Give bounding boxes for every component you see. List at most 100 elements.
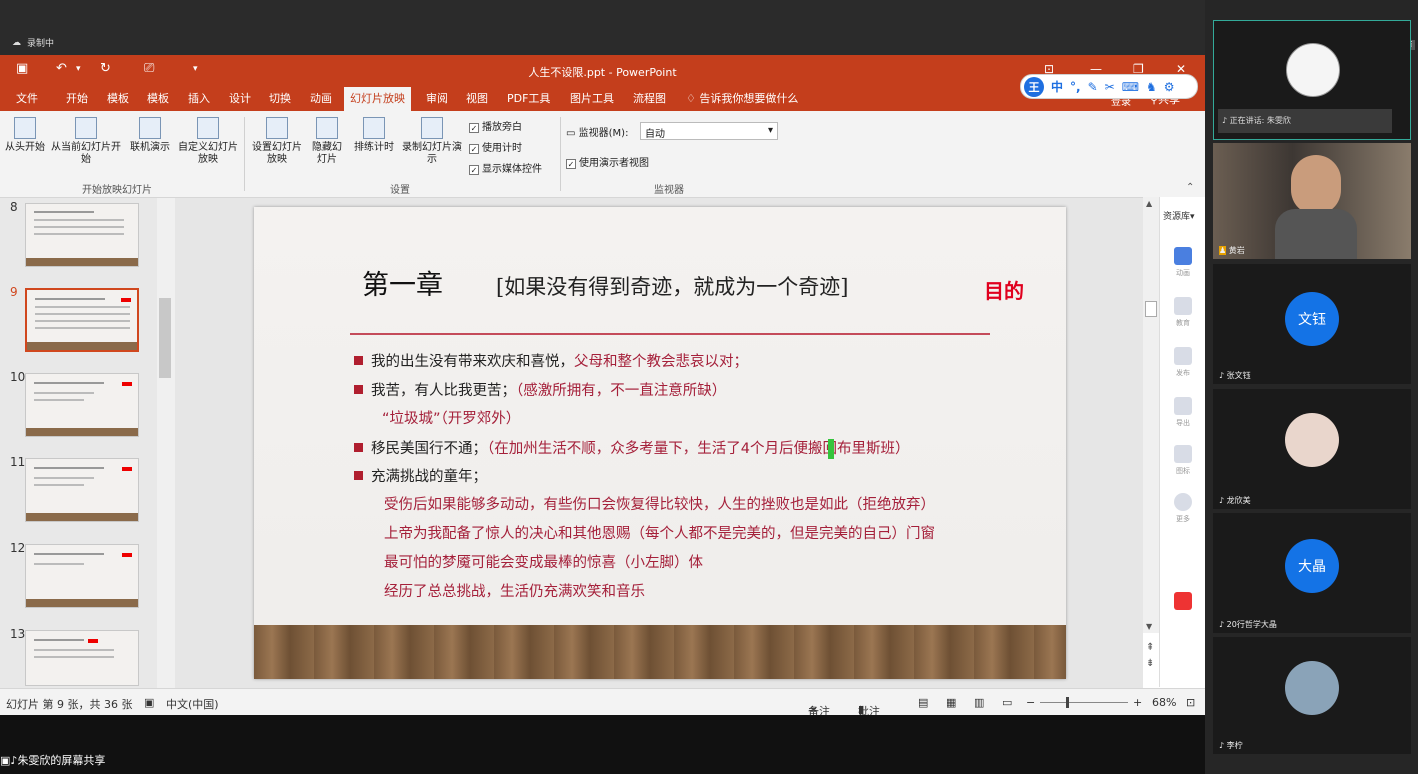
slide-thumbnail[interactable] bbox=[25, 630, 139, 686]
use-timings-checkbox[interactable]: ✓ 使用计时 bbox=[469, 139, 522, 154]
current-slide[interactable]: 第一章 [如果没有得到奇迹，就成为一个奇迹] 目的 我的出生没有带来欢庆和喜悦，… bbox=[254, 207, 1066, 679]
slide-subline: 上帝为我配备了惊人的决心和其他恩赐（每个人都不是完美的，但是完美的自己）门窗 bbox=[384, 526, 935, 542]
recording-indicator[interactable]: ☁ 录制中 bbox=[12, 36, 54, 50]
bullet-square-icon bbox=[354, 443, 363, 452]
monitor-select[interactable]: 自动 ▾ bbox=[640, 122, 778, 140]
participant-tile[interactable]: ♪ 李柠 bbox=[1213, 637, 1411, 754]
tab-transitions[interactable]: 切换 bbox=[269, 90, 291, 106]
keyboard-icon[interactable]: ⌨ bbox=[1122, 80, 1139, 94]
participant-name-text: 李柠 bbox=[1226, 741, 1243, 750]
mic-muted-icon: ♪ bbox=[1219, 371, 1225, 380]
participant-tile[interactable]: 大晶 ♪ 20行哲学大晶 bbox=[1213, 513, 1411, 633]
record-label: 录制幻灯片演示 bbox=[402, 142, 462, 165]
language-indicator[interactable]: 中文(中国) bbox=[166, 696, 219, 712]
participant-column: ⊞ ❷ ⋮ ♪ 正在讲话: 朱雯欣 ♟ 黄岩 文钰 ♪ 张文钰 ♪ 龙欣美 大晶… bbox=[1205, 0, 1418, 774]
resource-item-export[interactable]: 导出 bbox=[1172, 397, 1194, 428]
rehearse-button[interactable]: 排练计时 bbox=[350, 117, 398, 154]
participant-tile[interactable]: ♟ 黄岩 bbox=[1213, 143, 1411, 259]
zoom-level[interactable]: 68% bbox=[1152, 696, 1176, 709]
export-icon bbox=[1174, 397, 1192, 415]
speaking-label: 正在讲话: 朱雯欣 bbox=[1229, 116, 1291, 125]
scroll-thumb[interactable] bbox=[1145, 301, 1157, 317]
custom-show-button[interactable]: 自定义幻灯片放映 bbox=[178, 117, 238, 166]
online-present-button[interactable]: 联机演示 bbox=[124, 117, 176, 154]
tab-file[interactable]: 文件 bbox=[16, 90, 38, 106]
record-button[interactable]: 录制幻灯片演示 bbox=[400, 117, 464, 166]
tab-template[interactable]: 模板 bbox=[107, 90, 129, 106]
zoom-in-icon[interactable]: + bbox=[1133, 696, 1142, 709]
online-present-label: 联机演示 bbox=[130, 142, 170, 153]
resource-item-icons[interactable]: 图标 bbox=[1172, 445, 1194, 476]
participant-tile-speaker[interactable]: ♪ 正在讲话: 朱雯欣 bbox=[1213, 20, 1411, 140]
slide-sorter-icon[interactable]: ▦ bbox=[946, 696, 956, 709]
ime-logo[interactable]: 王 bbox=[1024, 76, 1044, 97]
prev-slide-icon[interactable]: ⇞ bbox=[1146, 642, 1154, 653]
from-current-button[interactable]: 从当前幻灯片开始 bbox=[50, 117, 122, 166]
thumbnail-scrollbar[interactable] bbox=[157, 198, 175, 688]
setup-show-button[interactable]: 设置幻灯片放映 bbox=[248, 117, 306, 166]
resource-panel-title[interactable]: 资源库▾ bbox=[1163, 209, 1195, 222]
monitor-value: 自动 bbox=[645, 129, 665, 140]
slide-thumbnail[interactable] bbox=[25, 458, 139, 522]
bullet-note: 父母和整个教会悲哀以对； bbox=[574, 354, 748, 370]
scroll-down-icon[interactable]: ▼ bbox=[1146, 622, 1152, 631]
resource-item-publish[interactable]: 发布 bbox=[1172, 347, 1194, 378]
resource-item-education[interactable]: 教育 bbox=[1172, 297, 1194, 328]
presenter-view-checkbox[interactable]: ✓ 使用演示者视图 bbox=[566, 154, 649, 169]
tab-home[interactable]: 开始 bbox=[66, 90, 88, 106]
spellcheck-icon[interactable]: ▣ bbox=[144, 696, 154, 709]
slide-thumbnail[interactable] bbox=[25, 544, 139, 608]
pen-icon[interactable]: ✎ bbox=[1088, 80, 1098, 94]
zoom-out-icon[interactable]: − bbox=[1026, 696, 1035, 709]
scissors-icon[interactable]: ✂ bbox=[1105, 80, 1115, 94]
slideshow-start-icon bbox=[14, 117, 36, 139]
slide-thumbnail[interactable] bbox=[25, 373, 139, 437]
participant-name: ♟ 黄岩 bbox=[1219, 245, 1245, 256]
shirt-icon[interactable]: ♞ bbox=[1146, 80, 1157, 94]
tab-view[interactable]: 视图 bbox=[466, 90, 488, 106]
avatar: 大晶 bbox=[1285, 539, 1339, 593]
reading-view-icon[interactable]: ▥ bbox=[974, 696, 984, 709]
tab-slideshow[interactable]: 幻灯片放映 bbox=[344, 87, 411, 112]
tab-animations[interactable]: 动画 bbox=[310, 90, 332, 106]
slide-thumbnail[interactable] bbox=[25, 203, 139, 267]
screen-icon: ▣ bbox=[0, 754, 11, 767]
tab-design[interactable]: 设计 bbox=[229, 90, 251, 106]
tab-template-2[interactable]: 模板 bbox=[147, 90, 169, 106]
from-start-button[interactable]: 从头开始 bbox=[2, 117, 48, 154]
scroll-thumb[interactable] bbox=[159, 298, 171, 378]
slide-number: 10 bbox=[10, 370, 26, 384]
next-slide-icon[interactable]: ⇟ bbox=[1146, 658, 1154, 669]
punctuation-icon[interactable]: °, bbox=[1070, 80, 1081, 94]
tab-flowchart[interactable]: 流程图 bbox=[633, 90, 666, 106]
resource-item-more[interactable]: 更多 bbox=[1172, 493, 1194, 524]
zoom-slider-thumb[interactable] bbox=[1066, 697, 1069, 708]
tab-insert[interactable]: 插入 bbox=[188, 90, 210, 106]
lightbulb-icon: ♢ bbox=[686, 92, 700, 105]
play-narration-checkbox[interactable]: ✓ 播放旁白 bbox=[469, 118, 522, 133]
group-setup: 设置 bbox=[390, 185, 410, 196]
slideshow-view-icon[interactable]: ▭ bbox=[1002, 696, 1012, 709]
tab-review[interactable]: 审阅 bbox=[426, 90, 448, 106]
tab-pdf-tools[interactable]: PDF工具 bbox=[507, 90, 550, 106]
ime-toolbar[interactable]: 王 中 °, ✎ ✂ ⌨ ♞ ⚙ bbox=[1020, 74, 1198, 99]
bullet-square-icon bbox=[354, 471, 363, 480]
show-media-checkbox[interactable]: ✓ 显示媒体控件 bbox=[469, 160, 542, 175]
slide-thumbnail-selected[interactable] bbox=[25, 288, 139, 352]
red-envelope-icon[interactable] bbox=[1172, 592, 1194, 613]
resource-item-animation[interactable]: 动画 bbox=[1172, 247, 1194, 278]
participant-tile[interactable]: ♪ 龙欣美 bbox=[1213, 389, 1411, 509]
zoom-slider[interactable] bbox=[1040, 702, 1128, 703]
fit-slide-icon[interactable]: ⊡ bbox=[1186, 696, 1195, 709]
normal-view-icon[interactable]: ▤ bbox=[918, 696, 928, 709]
presenter-view-label: 使用演示者视图 bbox=[579, 158, 649, 169]
slide-scrollbar[interactable]: ▲ ▼ bbox=[1143, 197, 1159, 633]
tell-me-search[interactable]: ♢ 告诉我你想要做什么 bbox=[686, 90, 798, 106]
ime-mode[interactable]: 中 bbox=[1051, 78, 1063, 95]
collapse-ribbon-icon[interactable]: ⌃ bbox=[1186, 182, 1194, 193]
scroll-up-icon[interactable]: ▲ bbox=[1146, 199, 1152, 208]
participant-tile[interactable]: 文钰 ♪ 张文钰 bbox=[1213, 264, 1411, 384]
tab-picture-tools[interactable]: 图片工具 bbox=[570, 90, 614, 106]
hide-slide-button[interactable]: 隐藏幻灯片 bbox=[308, 117, 346, 166]
gear-icon[interactable]: ⚙ bbox=[1164, 80, 1175, 94]
